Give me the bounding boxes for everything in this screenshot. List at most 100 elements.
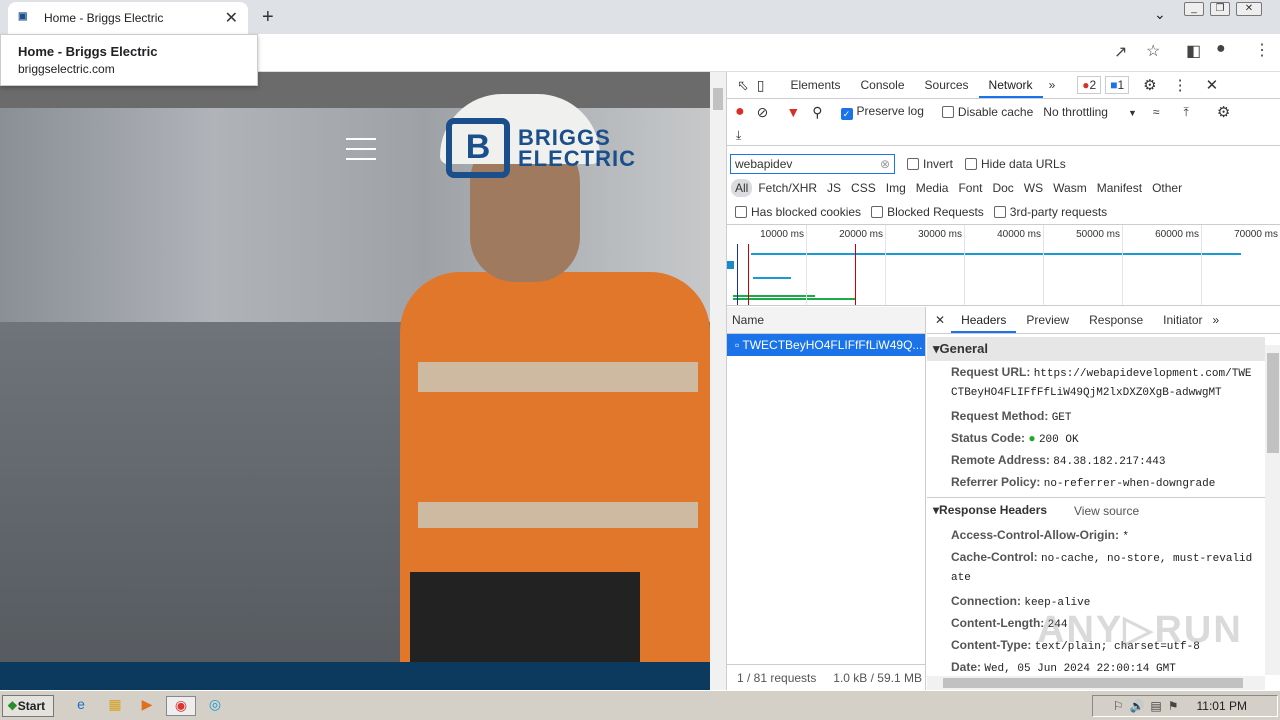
edge-icon[interactable]: ◎ bbox=[204, 696, 226, 716]
request-row[interactable]: ▫ TWECTBeyHO4FLIFfFfLiW49Q... bbox=[727, 334, 925, 356]
name-column-header[interactable]: Name bbox=[727, 307, 925, 334]
errors-badge[interactable]: ●2 bbox=[1077, 76, 1102, 94]
throttling-select[interactable]: No throttling ▼ bbox=[1043, 105, 1137, 119]
tab-response[interactable]: Response bbox=[1079, 307, 1153, 333]
hover-card-title: Home - Briggs Electric bbox=[18, 44, 158, 59]
type-filter-manifest[interactable]: Manifest bbox=[1093, 179, 1146, 197]
response-headers-header[interactable]: ▾Response Headers bbox=[933, 503, 1047, 517]
inspect-element-icon[interactable]: ⬁ bbox=[737, 77, 749, 94]
tab-headers[interactable]: Headers bbox=[951, 307, 1017, 333]
header-value: no-cache, no-store, must-revalid bbox=[1041, 553, 1253, 565]
more-tabs-icon[interactable]: » bbox=[1049, 78, 1056, 92]
resource-type-filters: All Fetch/XHR JS CSS Img Media Font Doc WS Wasm Ma… bbox=[727, 178, 1280, 198]
briggs-electric-logo[interactable]: B BRIGGS ELECTRIC bbox=[446, 118, 636, 178]
view-source-link[interactable]: View source bbox=[1074, 504, 1139, 518]
bookmark-star-icon[interactable]: ☆ bbox=[1146, 41, 1160, 61]
blocked-requests-checkbox[interactable]: Blocked Requests bbox=[871, 205, 984, 219]
device-toolbar-icon[interactable]: ▯ bbox=[757, 77, 765, 94]
network-conditions-icon[interactable]: ≈ bbox=[1153, 105, 1160, 119]
search-icon[interactable]: ⚲ bbox=[812, 104, 822, 121]
request-name: TWECTBeyHO4FLIFfFfLiW49Q... bbox=[742, 338, 923, 352]
type-filter-css[interactable]: CSS bbox=[847, 179, 880, 197]
header-key: Cache-Control: bbox=[951, 550, 1038, 564]
label: 3rd-party requests bbox=[1009, 205, 1108, 219]
tab-search-chevron-icon[interactable]: ⌄ bbox=[1154, 6, 1166, 23]
kebab-menu-icon[interactable]: ⋮ bbox=[1173, 76, 1188, 94]
explorer-icon[interactable]: ▦ bbox=[104, 696, 126, 716]
record-icon[interactable]: ● bbox=[735, 103, 745, 121]
disable-cache-checkbox[interactable]: Disable cache bbox=[941, 105, 1033, 119]
more-detail-tabs-icon[interactable]: » bbox=[1213, 313, 1220, 327]
details-scrollbar[interactable] bbox=[1265, 345, 1280, 675]
details-h-scrollbar[interactable] bbox=[927, 676, 1265, 690]
load-line bbox=[855, 244, 856, 305]
browser-tab[interactable]: ▣ Home - Briggs Electric ✕ bbox=[8, 2, 248, 34]
network-settings-icon[interactable]: ⚙ bbox=[1217, 103, 1230, 121]
tab-preview[interactable]: Preview bbox=[1016, 307, 1079, 333]
timeline-tick: 40000 ms bbox=[997, 225, 1044, 305]
invert-checkbox[interactable]: Invert bbox=[907, 157, 953, 171]
restore-button[interactable]: ❐ bbox=[1210, 2, 1230, 16]
header-value: 84.38.182.217:443 bbox=[1053, 456, 1166, 468]
third-party-checkbox[interactable]: 3rd-party requests bbox=[993, 205, 1108, 219]
header-key: Date: bbox=[951, 660, 982, 674]
tab-initiator[interactable]: Initiator bbox=[1153, 307, 1212, 333]
clear-filter-icon[interactable]: ⊗ bbox=[880, 157, 890, 171]
clock[interactable]: 11:01 PM bbox=[1197, 699, 1247, 713]
close-devtools-icon[interactable]: ✕ bbox=[1206, 76, 1219, 94]
type-filter-media[interactable]: Media bbox=[912, 179, 953, 197]
dom-content-loaded-line bbox=[737, 244, 738, 305]
tab-network[interactable]: Network bbox=[978, 72, 1043, 98]
close-window-button[interactable]: ✕ bbox=[1236, 2, 1262, 16]
chrome-icon[interactable]: ◉ bbox=[166, 696, 196, 716]
settings-gear-icon[interactable]: ⚙ bbox=[1143, 76, 1156, 94]
messages-badge[interactable]: ■1 bbox=[1105, 76, 1130, 94]
side-panel-icon[interactable]: ◧ bbox=[1186, 41, 1201, 61]
type-filter-js[interactable]: JS bbox=[823, 179, 845, 197]
type-filter-all[interactable]: All bbox=[731, 179, 753, 197]
hide-data-urls-checkbox[interactable]: Hide data URLs bbox=[965, 157, 1066, 171]
media-player-icon[interactable]: ▶ bbox=[136, 696, 158, 716]
tick-label: 60000 ms bbox=[1155, 229, 1199, 240]
close-tab-icon[interactable]: ✕ bbox=[225, 8, 238, 28]
page-scrollbar[interactable] bbox=[710, 72, 726, 690]
filter-value: webapidev bbox=[735, 157, 793, 171]
new-tab-button[interactable]: + bbox=[262, 6, 274, 29]
hamburger-menu-icon[interactable] bbox=[346, 138, 376, 168]
menu-icon[interactable]: ⋮ bbox=[1254, 40, 1270, 60]
minimize-button[interactable]: _ bbox=[1184, 2, 1204, 16]
header-key: Remote Address: bbox=[951, 453, 1050, 467]
type-filter-font[interactable]: Font bbox=[954, 179, 986, 197]
general-section-header[interactable]: ▾General bbox=[927, 337, 1265, 361]
type-filter-wasm[interactable]: Wasm bbox=[1049, 179, 1091, 197]
clear-icon[interactable]: ⊘ bbox=[757, 104, 769, 121]
import-har-icon[interactable]: ⤒ bbox=[1184, 105, 1189, 120]
filter-input[interactable]: webapidev ⊗ bbox=[730, 154, 895, 174]
header-row: Access-Control-Allow-Origin: * bbox=[951, 528, 1129, 543]
type-filter-doc[interactable]: Doc bbox=[988, 179, 1017, 197]
header-row: Remote Address: 84.38.182.217:443 bbox=[951, 453, 1165, 468]
ie-icon[interactable]: e bbox=[70, 696, 92, 716]
has-blocked-cookies-checkbox[interactable]: Has blocked cookies bbox=[735, 205, 861, 219]
timeline-bar bbox=[753, 277, 791, 279]
type-filter-fetchxhr[interactable]: Fetch/XHR bbox=[754, 179, 821, 197]
toolbar-row2: ⤓ bbox=[727, 126, 1280, 146]
start-button[interactable]: ❖Start bbox=[2, 695, 54, 717]
preserve-log-checkbox[interactable]: ✓ Preserve log bbox=[840, 104, 924, 120]
header-key: Request URL: bbox=[951, 365, 1031, 379]
close-details-icon[interactable]: ✕ bbox=[935, 313, 945, 327]
tab-elements[interactable]: Elements bbox=[780, 72, 850, 98]
tab-console[interactable]: Console bbox=[850, 72, 914, 98]
vest-stripe bbox=[418, 362, 698, 392]
type-filter-img[interactable]: Img bbox=[882, 179, 910, 197]
type-filter-other[interactable]: Other bbox=[1148, 179, 1186, 197]
network-overview-timeline[interactable]: 10000 ms 20000 ms 30000 ms 40000 ms 50000 ms… bbox=[727, 224, 1280, 306]
profile-avatar-icon[interactable]: ● bbox=[1216, 40, 1226, 58]
share-icon[interactable]: ↗ bbox=[1114, 42, 1127, 62]
filter-icon[interactable]: ▼ bbox=[786, 104, 800, 120]
tab-title: Home - Briggs Electric bbox=[44, 11, 164, 25]
tab-sources[interactable]: Sources bbox=[915, 72, 979, 98]
tray-icons[interactable]: ⚐🔊▤⚑ bbox=[1113, 699, 1185, 713]
type-filter-ws[interactable]: WS bbox=[1020, 179, 1047, 197]
export-har-icon[interactable]: ⤓ bbox=[736, 128, 741, 143]
